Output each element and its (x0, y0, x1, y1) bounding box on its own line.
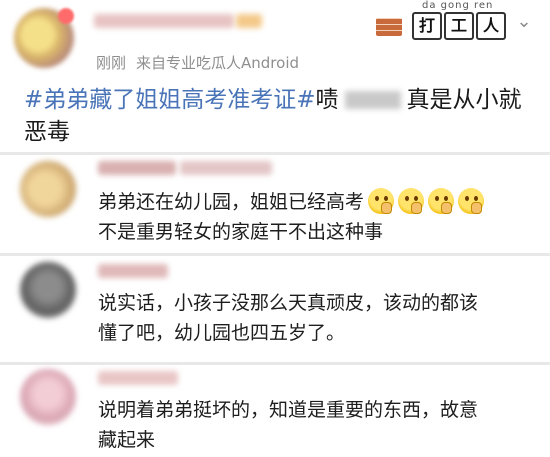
avatar[interactable] (20, 262, 76, 318)
thinking-emoji-icon (428, 188, 455, 214)
weibo-post: 刚刚 来自专业吃瓜人Android da gong ren 打 工 人 ⌄ #弟弟… (0, 0, 550, 152)
comment-text: 弟弟还在幼儿园，姐姐已经高考 不是重男轻女的家庭干不出这种事 (98, 187, 538, 247)
comment-item: 说明着弟弟挺坏的，知道是重要的东西，故意 藏起来 (0, 365, 550, 457)
username-blurred[interactable] (98, 371, 178, 385)
comment-line: 藏起来 (98, 429, 156, 451)
post-text-prefix: 啧 (315, 87, 339, 113)
username-blurred (180, 161, 272, 175)
post-meta: 刚刚 来自专业吃瓜人Android (96, 52, 299, 73)
watermark-char-1: 打 (412, 12, 442, 40)
blurred-word (344, 91, 401, 109)
watermark-char-2: 工 (444, 12, 474, 40)
comment-line: 不是重男轻女的家庭干不出这种事 (98, 221, 384, 243)
username-blurred[interactable] (98, 161, 176, 175)
chevron-down-icon[interactable]: ⌄ (513, 11, 535, 33)
comment-item: 弟弟还在幼儿园，姐姐已经高考 不是重男轻女的家庭干不出这种事 (0, 155, 550, 253)
thinking-emoji-icon (368, 188, 395, 214)
username-blurred[interactable] (94, 14, 234, 28)
comment-line: 说明着弟弟挺坏的，知道是重要的东西，故意 (98, 399, 479, 421)
avatar[interactable] (20, 369, 76, 425)
comment-text: 说明着弟弟挺坏的，知道是重要的东西，故意 藏起来 (98, 395, 538, 455)
comment-line: 懂了吧，幼儿园也四五岁了。 (98, 322, 346, 344)
username-blurred[interactable] (98, 264, 168, 278)
watermark-char-3: 人 (476, 12, 506, 40)
notification-badge (58, 8, 74, 24)
post-source: 来自专业吃瓜人Android (136, 54, 300, 72)
thinking-emoji-icon (458, 188, 485, 214)
comment-text: 说实话，小孩子没那么天真顽皮，该动的都该 懂了吧，幼儿园也四五岁了。 (98, 288, 538, 348)
comment-line: 说实话，小孩子没那么天真顽皮，该动的都该 (98, 292, 479, 314)
brick-icon (376, 18, 402, 36)
watermark-logo: da gong ren 打 工 人 (372, 0, 510, 42)
hashtag-link[interactable]: #弟弟藏了姐姐高考准考证# (24, 87, 316, 113)
comment-item: 说实话，小孩子没那么天真顽皮，该动的都该 懂了吧，幼儿园也四五岁了。 (0, 256, 550, 362)
post-text: #弟弟藏了姐姐高考准考证#啧 真是从小就恶毒 (24, 84, 524, 148)
thinking-emoji-icon (398, 188, 425, 214)
avatar[interactable] (20, 161, 76, 217)
post-time: 刚刚 (96, 54, 127, 72)
vip-badge-blurred (236, 14, 262, 28)
watermark-pinyin: da gong ren (422, 0, 494, 11)
comment-line: 弟弟还在幼儿园，姐姐已经高考 (98, 191, 365, 213)
